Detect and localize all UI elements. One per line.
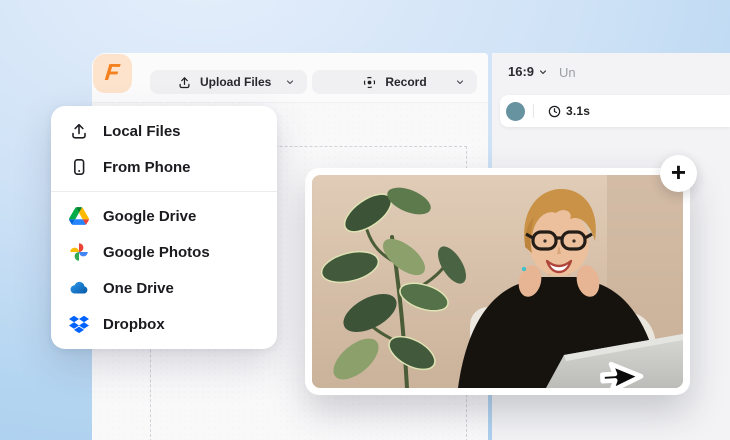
- upload-icon: [68, 121, 90, 141]
- menu-item-dropbox[interactable]: Dropbox: [51, 306, 277, 342]
- divider: [533, 104, 534, 118]
- menu-item-one-drive[interactable]: One Drive: [51, 270, 277, 306]
- upload-files-label: Upload Files: [200, 75, 271, 89]
- media-photo-card[interactable]: [305, 168, 690, 395]
- timeline-clip-bar[interactable]: 3.1s: [500, 95, 730, 127]
- menu-item-label: One Drive: [103, 280, 174, 297]
- menu-item-from-phone[interactable]: From Phone: [51, 149, 277, 185]
- upload-icon: [177, 75, 192, 90]
- menu-item-label: Local Files: [103, 123, 181, 140]
- plus-icon: +: [671, 159, 686, 185]
- menu-item-label: From Phone: [103, 159, 191, 176]
- undo-button-truncated[interactable]: Un: [559, 65, 576, 80]
- aspect-ratio-selector[interactable]: 16:9: [508, 64, 548, 79]
- menu-item-google-drive[interactable]: Google Drive: [51, 198, 277, 234]
- clip-color-dot: [506, 102, 525, 121]
- clock-icon: [547, 104, 562, 119]
- menu-item-google-photos[interactable]: Google Photos: [51, 234, 277, 270]
- chevron-down-icon[interactable]: [285, 77, 295, 87]
- menu-item-label: Google Drive: [103, 208, 196, 225]
- google-drive-icon: [68, 207, 90, 225]
- google-photos-icon: [68, 242, 90, 262]
- flexclip-editor-screenshot: F Upload Files Record: [0, 0, 730, 440]
- menu-item-local-files[interactable]: Local Files: [51, 113, 277, 149]
- record-icon: [362, 75, 377, 90]
- add-media-button[interactable]: +: [660, 155, 697, 192]
- phone-icon: [68, 157, 90, 177]
- upload-dropdown-menu: Local Files From Phone: [51, 106, 277, 349]
- clip-duration: 3.1s: [566, 104, 590, 118]
- chevron-down-icon[interactable]: [455, 77, 465, 87]
- menu-item-label: Dropbox: [103, 316, 165, 333]
- photo-woman-smiling: [312, 175, 683, 388]
- menu-item-label: Google Photos: [103, 244, 210, 261]
- aspect-ratio-value: 16:9: [508, 64, 534, 79]
- onedrive-icon: [68, 278, 90, 298]
- chevron-down-icon: [538, 67, 548, 77]
- record-label: Record: [385, 75, 426, 89]
- upload-files-button[interactable]: Upload Files: [150, 70, 307, 94]
- dropbox-icon: [68, 315, 90, 334]
- menu-divider: [51, 191, 277, 192]
- app-logo[interactable]: F: [93, 54, 132, 93]
- app-logo-letter: F: [104, 61, 121, 86]
- record-button[interactable]: Record: [312, 70, 477, 94]
